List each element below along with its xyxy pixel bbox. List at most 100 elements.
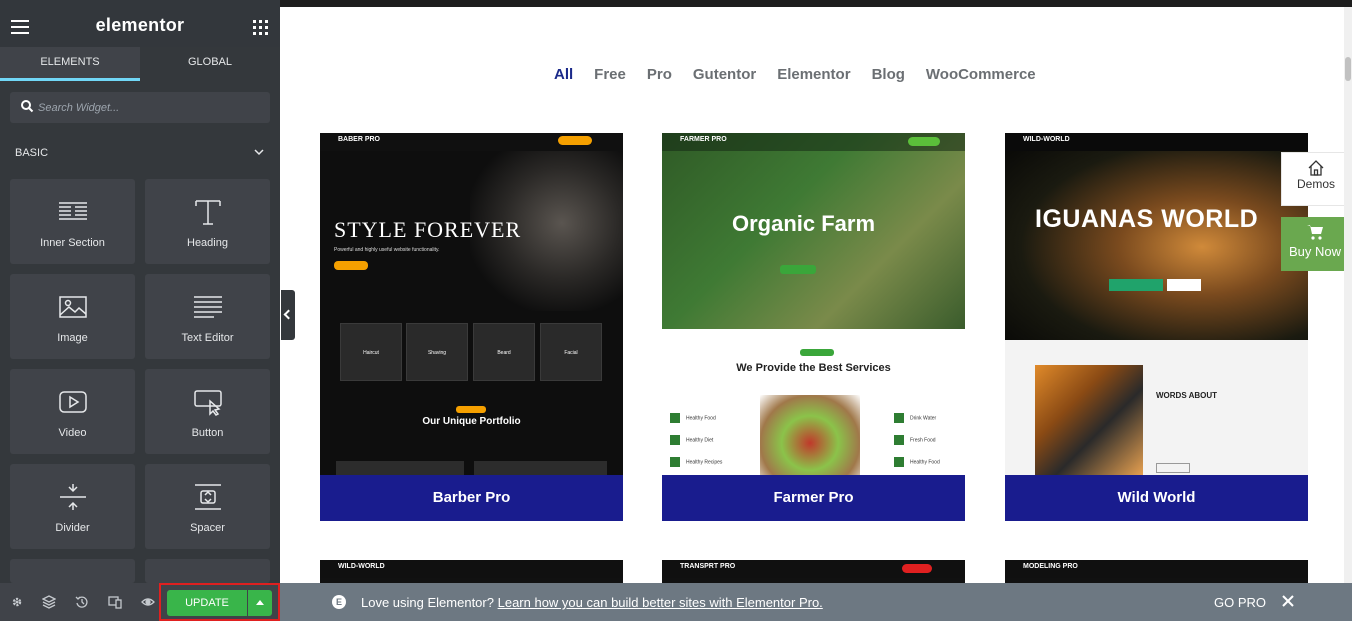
template-preview: BABER PRO STYLE FOREVER Powerful and hig…: [320, 133, 623, 475]
template-card-barber-pro[interactable]: BABER PRO STYLE FOREVER Powerful and hig…: [320, 133, 623, 521]
preview-nav-cta: [902, 564, 932, 573]
preview-nav: WILD-WORLD: [1005, 133, 1308, 151]
widget-label: Divider: [55, 522, 90, 534]
preview-eye-icon[interactable]: [141, 595, 155, 609]
promo-text: Love using Elementor? Learn how you can …: [361, 595, 823, 610]
text-editor-icon: [194, 296, 222, 318]
filter-gutentor[interactable]: Gutentor: [693, 66, 756, 86]
update-button[interactable]: UPDATE: [167, 590, 247, 616]
search-input[interactable]: [38, 97, 263, 118]
service-box: Shaving: [406, 323, 468, 381]
widget-video[interactable]: Video: [10, 369, 135, 454]
promo-link[interactable]: Learn how you can build better sites wit…: [498, 595, 823, 610]
template-preview: WILD-WORLD IGUANAS WORLD WORDS ABOUT: [1005, 133, 1308, 475]
template-card-partial[interactable]: WILD-WORLD: [320, 560, 623, 584]
widget-label: Video: [58, 427, 87, 439]
preview-nav: TRANSPRT PRO: [662, 560, 965, 578]
scrollbar[interactable]: [1344, 7, 1352, 583]
widget-label: Image: [57, 332, 88, 344]
filter-free[interactable]: Free: [594, 66, 626, 86]
preview-nav: BABER PRO: [320, 133, 623, 151]
template-card-partial[interactable]: TRANSPRT PRO: [662, 560, 965, 584]
image-icon: [59, 296, 87, 318]
preview-hero-button: [334, 261, 368, 270]
basic-section-header[interactable]: BASIC: [15, 147, 270, 161]
elementor-info-icon: E: [332, 595, 346, 609]
widget-heading[interactable]: Heading: [145, 179, 270, 264]
template-preview: FARMER PRO Organic Farm We Provide the B…: [662, 133, 965, 475]
preview-hero-button: [780, 265, 816, 274]
preview-brand: BABER PRO: [338, 136, 381, 143]
preview-brand: TRANSPRT PRO: [680, 563, 736, 570]
widget-partial[interactable]: [145, 559, 270, 583]
template-card-wild-world[interactable]: WILD-WORLD IGUANAS WORLD WORDS ABOUT Wil…: [1005, 133, 1308, 521]
widget-label: Button: [191, 427, 224, 439]
template-title[interactable]: Farmer Pro: [662, 475, 965, 521]
settings-icon[interactable]: [10, 595, 24, 609]
close-icon[interactable]: [1281, 594, 1295, 608]
portfolio-thumb: [336, 461, 464, 475]
preview-brand: WILD-WORLD: [338, 563, 385, 570]
portfolio-thumb: [474, 461, 607, 475]
heading-icon: [195, 200, 221, 225]
filter-pro[interactable]: Pro: [647, 66, 672, 86]
preview-hero-title: IGUANAS WORLD: [1035, 205, 1259, 233]
collapse-panel-button[interactable]: [281, 290, 295, 340]
section-title: BASIC: [15, 147, 49, 159]
buy-now-button[interactable]: Buy Now: [1281, 217, 1349, 271]
preview-brand: MODELING PRO: [1023, 563, 1078, 570]
vegetable-basket-image: [760, 395, 860, 475]
button-icon: [194, 390, 222, 416]
demos-label: Demos: [1296, 177, 1335, 191]
widget-partial[interactable]: [10, 559, 135, 583]
elementor-sidebar: elementor ELEMENTS GLOBAL BASIC Inner Se…: [0, 0, 280, 621]
promo-message: Love using Elementor?: [361, 595, 494, 610]
widget-button[interactable]: Button: [145, 369, 270, 454]
widget-label: Inner Section: [40, 237, 105, 249]
preview-nav: FARMER PRO: [662, 133, 965, 151]
scrollbar-thumb[interactable]: [1345, 57, 1351, 81]
widget-search: [10, 92, 270, 123]
divider-icon: [60, 484, 86, 510]
responsive-mode-icon[interactable]: [108, 595, 122, 609]
filter-all[interactable]: All: [554, 66, 573, 86]
widget-inner-section[interactable]: Inner Section: [10, 179, 135, 264]
feature-list-left: Healthy Food Healthy Diet Healthy Recipe…: [670, 413, 750, 479]
update-options-chevron-up-icon[interactable]: [248, 590, 272, 616]
widget-divider[interactable]: Divider: [10, 464, 135, 549]
widget-text-editor[interactable]: Text Editor: [145, 274, 270, 359]
template-title[interactable]: Wild World: [1005, 475, 1308, 521]
spacer-icon: [195, 484, 221, 510]
widget-label: Text Editor: [181, 332, 234, 344]
search-icon: [21, 100, 34, 113]
tab-global[interactable]: GLOBAL: [140, 47, 280, 81]
preview-badge: [800, 349, 834, 356]
preview-more-button: [1156, 463, 1190, 473]
template-title[interactable]: Barber Pro: [320, 475, 623, 521]
preview-badge: [456, 406, 486, 413]
filter-woocommerce[interactable]: WooCommerce: [926, 66, 1036, 86]
go-pro-link[interactable]: GO PRO: [1214, 595, 1266, 610]
widgets-grid-icon[interactable]: [253, 20, 268, 35]
preview-brand: FARMER PRO: [680, 136, 727, 143]
service-box: Facial: [540, 323, 602, 381]
widget-image[interactable]: Image: [10, 274, 135, 359]
preview-nav: WILD-WORLD: [320, 560, 623, 578]
navigator-layers-icon[interactable]: [42, 595, 56, 609]
sidebar-tabs: ELEMENTS GLOBAL: [0, 47, 280, 81]
template-card-partial[interactable]: MODELING PRO: [1005, 560, 1308, 584]
template-card-farmer-pro[interactable]: FARMER PRO Organic Farm We Provide the B…: [662, 133, 965, 521]
widget-spacer[interactable]: Spacer: [145, 464, 270, 549]
preview-hero-title: STYLE FOREVER: [334, 217, 522, 242]
service-box: Haircut: [340, 323, 402, 381]
demos-button[interactable]: Demos: [1281, 152, 1349, 206]
filter-elementor[interactable]: Elementor: [777, 66, 850, 86]
history-icon[interactable]: [75, 595, 89, 609]
preview-nav: MODELING PRO: [1005, 560, 1308, 578]
preview-hero-button-secondary: [1167, 279, 1201, 291]
tab-elements[interactable]: ELEMENTS: [0, 47, 140, 81]
promo-bar: E Love using Elementor? Learn how you ca…: [280, 583, 1352, 621]
feature-list-right: Drink Water Fresh Food Healthy Food: [894, 413, 964, 479]
filter-blog[interactable]: Blog: [872, 66, 905, 86]
update-button-group: UPDATE: [159, 583, 280, 621]
